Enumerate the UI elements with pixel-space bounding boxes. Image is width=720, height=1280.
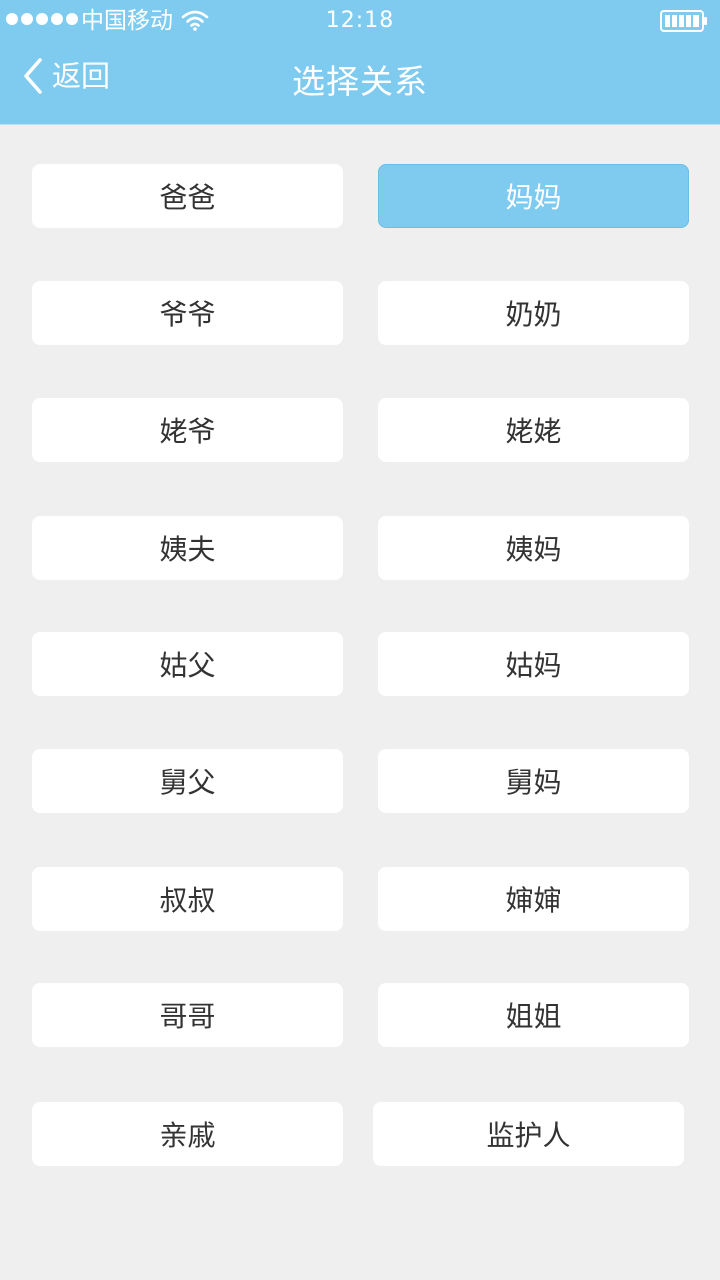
status-time: 12:18	[325, 8, 395, 33]
relation-option-nainai[interactable]: 奶奶	[378, 281, 689, 345]
relation-option-jianhuren[interactable]: 监护人	[373, 1102, 684, 1166]
relation-option-jiuma[interactable]: 舅妈	[378, 749, 689, 813]
relation-option-gege[interactable]: 哥哥	[32, 983, 343, 1047]
relation-option-mama[interactable]: 妈妈	[378, 164, 689, 228]
relation-option-jiejie[interactable]: 姐姐	[378, 983, 689, 1047]
status-bar: 中国移动 12:18	[0, 0, 720, 40]
relation-option-yifu[interactable]: 姨夫	[32, 516, 343, 580]
navigation-bar: 返回 选择关系	[0, 40, 720, 125]
battery-icon	[660, 10, 707, 32]
relation-option-jiufu[interactable]: 舅父	[32, 749, 343, 813]
relation-option-gufu[interactable]: 姑父	[32, 632, 343, 696]
page-title: 选择关系	[292, 62, 428, 101]
relation-option-yeye[interactable]: 爷爷	[32, 281, 343, 345]
relation-option-shushu[interactable]: 叔叔	[32, 867, 343, 931]
relation-option-laoye[interactable]: 姥爷	[32, 398, 343, 462]
relation-option-yima[interactable]: 姨妈	[378, 516, 689, 580]
relation-option-qinqi[interactable]: 亲戚	[32, 1102, 343, 1166]
relation-option-baba[interactable]: 爸爸	[32, 164, 343, 228]
top-bar: 中国移动 12:18 返回 选择关系	[0, 0, 720, 125]
relation-option-laolao[interactable]: 姥姥	[378, 398, 689, 462]
relation-option-shenshen[interactable]: 婶婶	[378, 867, 689, 931]
relation-option-guma[interactable]: 姑妈	[378, 632, 689, 696]
